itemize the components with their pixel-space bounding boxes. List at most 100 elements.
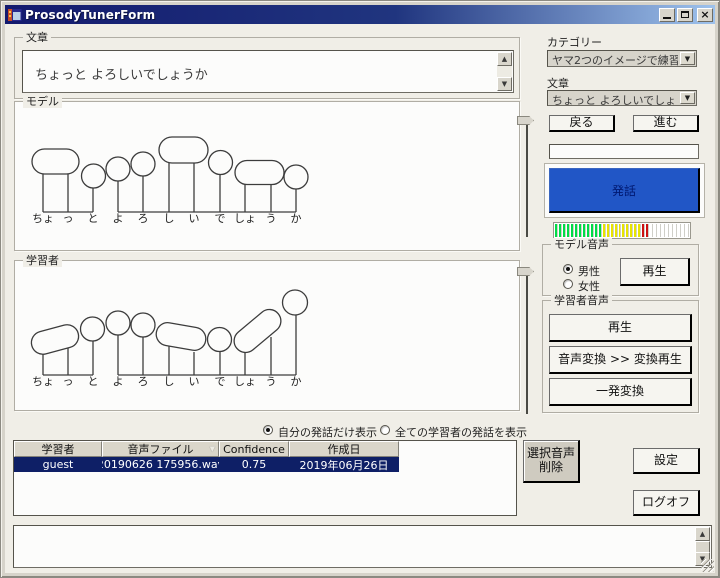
svg-text:っ: っ: [63, 212, 74, 225]
svg-text:と: と: [88, 375, 99, 388]
meter-segment: [599, 224, 602, 237]
column-header[interactable]: Confidence: [219, 441, 289, 457]
chevron-down-icon[interactable]: ▼: [680, 92, 695, 104]
svg-text:ちょ: ちょ: [32, 212, 54, 225]
minimize-button[interactable]: [659, 8, 675, 22]
meter-segment: [587, 224, 590, 237]
show-all-radio[interactable]: [380, 425, 390, 435]
svg-text:しょ: しょ: [234, 375, 256, 388]
logoff-button[interactable]: ログオフ: [633, 490, 700, 516]
svg-text:う: う: [266, 375, 277, 388]
meter-segment: [642, 224, 645, 237]
convert-play-button[interactable]: 音声変換 >> 変換再生: [549, 346, 692, 374]
svg-text:しょ: しょ: [234, 212, 256, 225]
speak-button[interactable]: 発話: [549, 168, 700, 213]
svg-text:よ: よ: [113, 375, 124, 388]
female-radio[interactable]: [563, 279, 573, 289]
meter-segment: [638, 224, 641, 237]
meter-segment: [579, 224, 582, 237]
model-groupbox: モデル ちょっとよろしいでしょうか: [14, 101, 520, 251]
back-button[interactable]: 戻る: [549, 115, 615, 132]
speak-text-input[interactable]: [549, 144, 699, 159]
form-client-area: 文章 ちょっと よろしいでしょうか ▲ ▼ モデル ちょっとよろしいでしょうか …: [5, 24, 715, 573]
meter-segment: [670, 224, 673, 237]
meter-segment: [563, 224, 566, 237]
forward-button[interactable]: 進む: [633, 115, 699, 132]
slider-thumb-icon[interactable]: [517, 116, 534, 125]
chevron-down-icon[interactable]: ▼: [680, 52, 695, 65]
table-header-row[interactable]: 学習者音声ファイル▼Confidence作成日: [14, 441, 516, 457]
table-cell: guest: [14, 457, 102, 472]
learner-pitch-slider[interactable]: [517, 267, 537, 414]
model-voice-group-label: モデル音声: [551, 238, 612, 251]
close-button[interactable]: ×: [697, 8, 713, 22]
sentence-select-label: 文章: [547, 75, 569, 91]
window-title: ProsodyTunerForm: [25, 8, 155, 22]
one-shot-convert-button[interactable]: 一発変換: [549, 378, 692, 406]
meter-segment: [646, 224, 649, 237]
meter-segment: [615, 224, 618, 237]
column-header[interactable]: 学習者: [14, 441, 102, 457]
table-row[interactable]: guest20190626 175956.wav0.752019年06月26日: [14, 457, 399, 472]
sentence-group-label: 文章: [23, 31, 51, 44]
delete-selected-audio-button[interactable]: 選択音声 削除: [523, 440, 580, 483]
meter-segment: [626, 224, 629, 237]
accuracy-meter: [553, 222, 691, 239]
meter-segment: [650, 224, 653, 237]
meter-segment: [666, 224, 669, 237]
meter-segment: [619, 224, 622, 237]
meter-segment: [575, 224, 578, 237]
meter-segment: [622, 224, 625, 237]
settings-button[interactable]: 設定: [633, 448, 700, 474]
sentence-textbox[interactable]: ちょっと よろしいでしょうか ▲ ▼: [22, 50, 514, 93]
sentence-scrollbar[interactable]: ▲ ▼: [497, 52, 512, 91]
scroll-up-icon[interactable]: ▲: [497, 52, 512, 66]
recordings-table[interactable]: 学習者音声ファイル▼Confidence作成日 guest20190626 17…: [13, 440, 517, 516]
meter-segment: [674, 224, 677, 237]
meter-segment: [686, 224, 689, 237]
learner-play-button[interactable]: 再生: [549, 314, 692, 342]
log-textbox[interactable]: ▲ ▼: [13, 525, 712, 568]
sentence-dropdown-value: ちょっと よろしいでしょうか: [552, 92, 678, 108]
svg-text:か: か: [291, 375, 302, 388]
meter-segment: [583, 224, 586, 237]
svg-text:よ: よ: [113, 212, 124, 225]
app-icon: [8, 8, 22, 22]
meter-segment: [571, 224, 574, 237]
table-cell: 2019年06月26日: [289, 457, 399, 472]
svg-text:で: で: [215, 212, 226, 225]
meter-segment: [634, 224, 637, 237]
category-label: カテゴリー: [547, 34, 602, 50]
delete-button-line1: 選択音声: [527, 447, 575, 461]
meter-segment: [591, 224, 594, 237]
model-play-button[interactable]: 再生: [620, 258, 690, 286]
female-radio-label: 女性: [578, 278, 600, 294]
column-header[interactable]: 音声ファイル▼: [102, 441, 219, 457]
meter-segment: [603, 224, 606, 237]
svg-text:で: で: [215, 375, 226, 388]
male-radio[interactable]: [563, 264, 573, 274]
resize-grip[interactable]: [701, 559, 714, 572]
meter-segment: [678, 224, 681, 237]
table-cell: 0.75: [219, 457, 289, 472]
learner-group-label: 学習者: [23, 254, 62, 267]
sentence-dropdown[interactable]: ちょっと よろしいでしょうか ▼: [547, 90, 697, 106]
svg-text:し: し: [164, 212, 175, 225]
show-own-radio[interactable]: [263, 425, 273, 435]
model-pitch-slider[interactable]: [517, 116, 537, 237]
column-header[interactable]: 作成日: [289, 441, 399, 457]
svg-text:っ: っ: [63, 375, 74, 388]
category-dropdown[interactable]: ヤマ2つのイメージで練習しよう ▼: [547, 50, 697, 67]
slider-thumb-icon[interactable]: [517, 267, 534, 276]
meter-segment: [662, 224, 665, 237]
prosody-tuner-window: ProsodyTunerForm × 文章 ちょっと よろしいでしょうか ▲ ▼…: [0, 0, 720, 578]
maximize-button[interactable]: [677, 8, 693, 22]
scroll-down-icon[interactable]: ▼: [497, 77, 512, 91]
svg-text:ろ: ろ: [138, 212, 149, 225]
scroll-up-icon[interactable]: ▲: [695, 527, 710, 541]
learner-prosody-chart: ちょっとよろしいでしょうか: [17, 270, 517, 398]
meter-segment: [630, 224, 633, 237]
svg-text:し: し: [164, 375, 175, 388]
meter-segment: [559, 224, 562, 237]
sort-indicator-icon: ▼: [210, 445, 215, 453]
